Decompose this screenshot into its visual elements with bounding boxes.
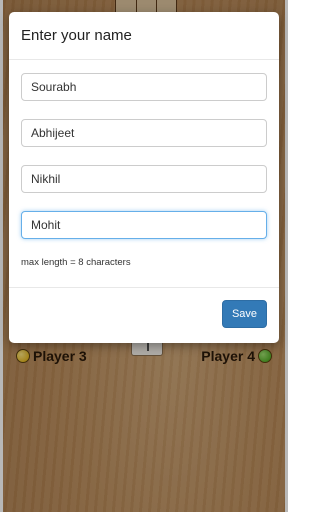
player-2-name-input[interactable] xyxy=(21,119,267,147)
dialog-title: Enter your name xyxy=(21,27,132,44)
save-button[interactable]: Save xyxy=(222,300,267,328)
player-3-name-input[interactable] xyxy=(21,165,267,193)
dialog-footer: Save xyxy=(9,287,279,343)
player-1-name-input[interactable] xyxy=(21,73,267,101)
dialog-header: Enter your name xyxy=(9,12,279,60)
max-length-hint: max length = 8 characters xyxy=(21,257,131,268)
player-4-name-input[interactable] xyxy=(21,211,267,239)
name-entry-dialog: Enter your name max length = 8 character… xyxy=(9,12,279,343)
dialog-body: max length = 8 characters xyxy=(9,60,279,268)
